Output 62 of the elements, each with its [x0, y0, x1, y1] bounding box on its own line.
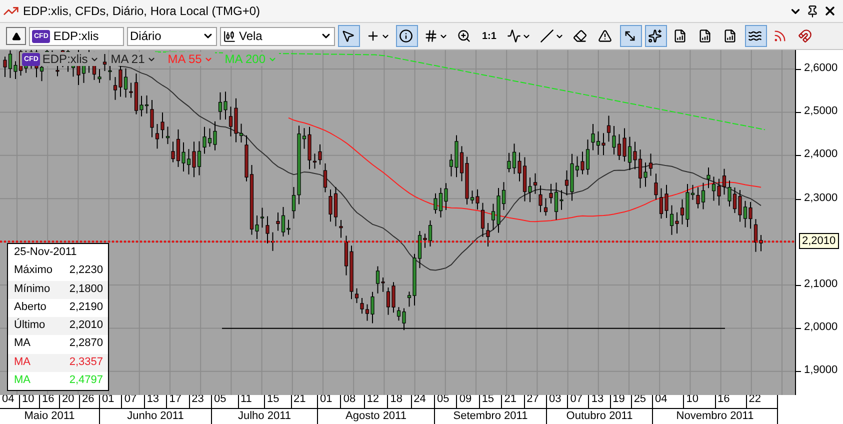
- axis-label: 2,5000: [804, 105, 838, 118]
- toolbar-button[interactable]: [620, 25, 642, 47]
- last-price-label: 2,2010: [799, 232, 839, 249]
- month-label: Setembro 2011: [452, 409, 529, 422]
- info-label: Aberto: [14, 300, 46, 315]
- wave-icon: [748, 29, 762, 43]
- info-value: 2,3357: [69, 356, 103, 370]
- info-label: MA: [14, 356, 30, 370]
- toolbar-button[interactable]: 1:1: [479, 25, 501, 47]
- pointer-icon: [341, 29, 355, 43]
- toolbar-button[interactable]: [645, 25, 667, 47]
- info-value: 2,4797: [69, 374, 103, 388]
- axis-label: 2,3000: [804, 192, 838, 204]
- info-value: 2,2870: [69, 337, 103, 352]
- info-label: MA: [14, 337, 30, 352]
- diagonal-arrow-icon: [623, 29, 637, 43]
- info-value: 2,2190: [69, 300, 103, 315]
- period-dropdown[interactable]: Diário: [127, 26, 217, 46]
- axis-label: 2,6000: [804, 62, 838, 74]
- info-icon: [399, 29, 413, 43]
- info-label: Último: [14, 319, 46, 334]
- chart-file-icon: [673, 29, 687, 43]
- warning-icon: [598, 29, 612, 43]
- date-label: 25-Nov-2011: [14, 246, 77, 260]
- wave-icon: [507, 29, 521, 43]
- info-label: MA: [14, 374, 30, 388]
- line-icon: [540, 29, 554, 43]
- collapse-button[interactable]: [6, 27, 26, 45]
- toolbar-button[interactable]: [396, 25, 418, 47]
- info-value: 2,2010: [69, 319, 103, 334]
- window-title: EDP:xlis, CFDs, Diário, Hora Local (TMG+0): [23, 4, 262, 18]
- triangle-icon: [12, 32, 20, 40]
- axis-label: 1,9000: [804, 364, 838, 376]
- zoom-icon: [457, 29, 471, 43]
- month-label: Outubro 2011: [565, 409, 634, 422]
- toolbar-button[interactable]: [338, 25, 360, 47]
- month-label: Julho 2011: [236, 409, 292, 422]
- magnet-icon: [798, 29, 812, 43]
- month-label: Maio 2011: [23, 409, 76, 422]
- close-icon[interactable]: [823, 4, 837, 18]
- info-value: 2,2230: [69, 264, 103, 278]
- month-label: Agosto 2011: [344, 409, 408, 422]
- month-label: Novembro 2011: [675, 409, 755, 422]
- axis-label: 2,1000: [804, 278, 838, 290]
- crosshair-icon: [366, 29, 380, 43]
- chart-type-dropdown[interactable]: Vela: [220, 26, 335, 46]
- axis-label: 2,4000: [804, 148, 838, 160]
- toolbar-button[interactable]: [745, 25, 767, 47]
- info-label: Máximo: [14, 264, 53, 278]
- legend-item[interactable]: MA 21: [108, 52, 158, 66]
- info-value: 2,1800: [69, 282, 103, 297]
- eraser-icon: [573, 29, 587, 43]
- axis-label: 2,0000: [804, 321, 838, 334]
- signal-icon: [773, 29, 787, 43]
- candlestick-icon: [223, 30, 236, 42]
- chart-file-icon: [723, 29, 737, 43]
- grid-icon: [424, 29, 438, 43]
- pin-icon[interactable]: [806, 4, 819, 18]
- info-label: Mínimo: [14, 282, 50, 297]
- sparkle-icon: [648, 29, 662, 43]
- month-label: Junho 2011: [126, 409, 185, 422]
- chart-file-icon: [698, 29, 712, 43]
